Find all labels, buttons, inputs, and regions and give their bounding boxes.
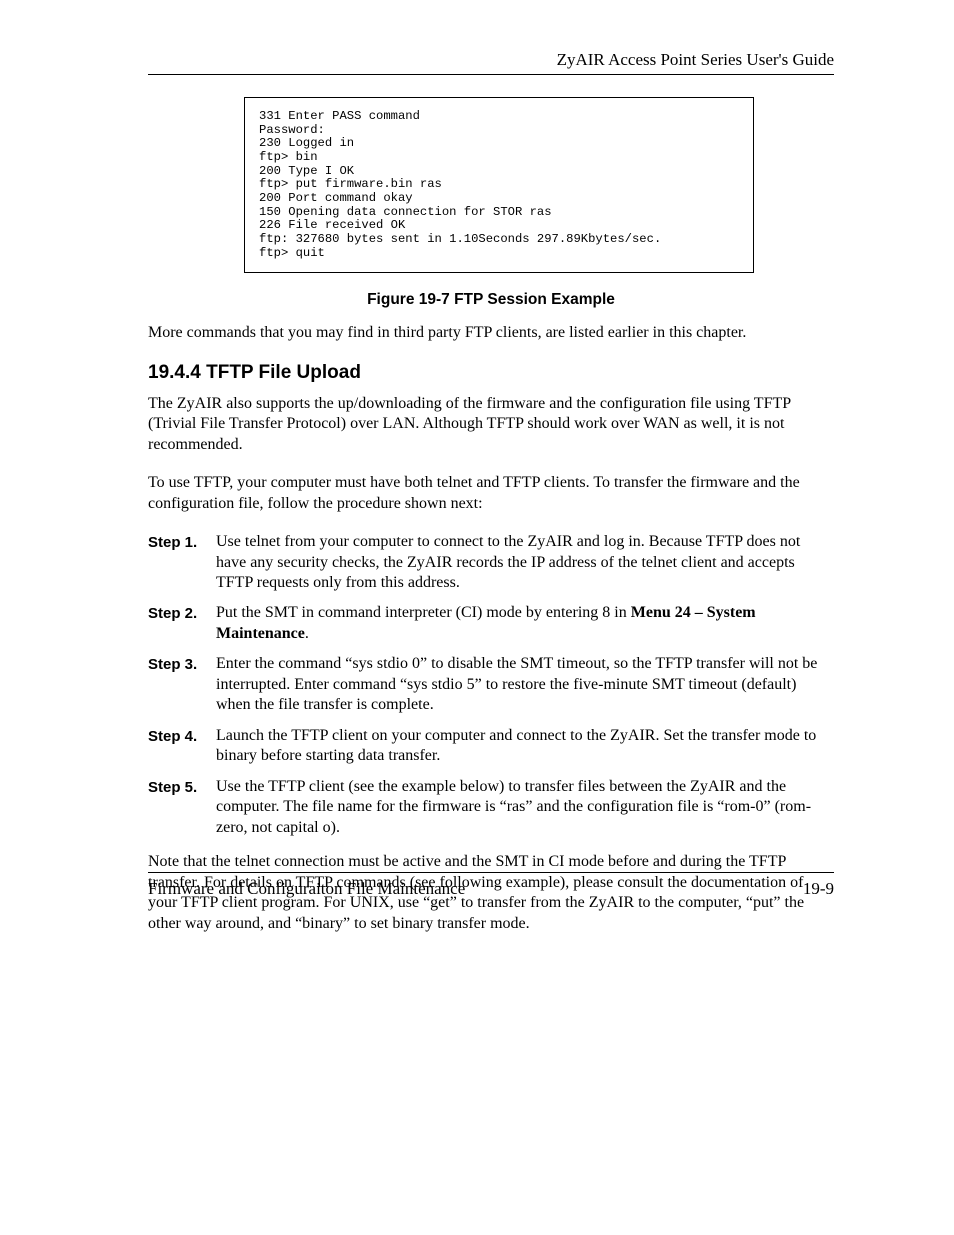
paragraph-2: To use TFTP, your computer must have bot… — [148, 473, 834, 514]
step-label: Step 1. — [148, 532, 216, 552]
step-row: Step 1. Use telnet from your computer to… — [148, 532, 834, 593]
footer: Firmware and Configuraiton File Maintena… — [148, 872, 834, 899]
code-block-ftp-session: 331 Enter PASS command Password: 230 Log… — [244, 97, 754, 273]
step-label: Step 2. — [148, 603, 216, 623]
step-row: Step 4. Launch the TFTP client on your c… — [148, 726, 834, 767]
step-row: Step 3. Enter the command “sys stdio 0” … — [148, 654, 834, 715]
header-rule — [148, 74, 834, 75]
header-guide-title: ZyAIR Access Point Series User's Guide — [148, 50, 834, 70]
step-text: Enter the command “sys stdio 0” to disab… — [216, 654, 834, 715]
figure-caption: Figure 19-7 FTP Session Example — [148, 291, 834, 309]
section-heading: 19.4.4 TFTP File Upload — [148, 362, 834, 384]
steps-list: Step 1. Use telnet from your computer to… — [148, 532, 834, 838]
paragraph-1: The ZyAIR also supports the up/downloadi… — [148, 394, 834, 455]
step-text-after: . — [305, 625, 309, 642]
step-label: Step 4. — [148, 726, 216, 746]
footer-right: 19-9 — [803, 879, 834, 899]
step-text: Use telnet from your computer to connect… — [216, 532, 834, 593]
footer-left: Firmware and Configuraiton File Maintena… — [148, 879, 465, 899]
paragraph-intro: More commands that you may find in third… — [148, 323, 834, 343]
step-text: Put the SMT in command interpreter (CI) … — [216, 603, 834, 644]
step-row: Step 5. Use the TFTP client (see the exa… — [148, 777, 834, 838]
footer-row: Firmware and Configuraiton File Maintena… — [148, 879, 834, 899]
step-text: Use the TFTP client (see the example bel… — [216, 777, 834, 838]
step-row: Step 2. Put the SMT in command interpret… — [148, 603, 834, 644]
footer-rule — [148, 872, 834, 873]
step-text: Launch the TFTP client on your computer … — [216, 726, 834, 767]
step-text-before: Put the SMT in command interpreter (CI) … — [216, 604, 631, 621]
step-label: Step 5. — [148, 777, 216, 797]
step-label: Step 3. — [148, 654, 216, 674]
page: ZyAIR Access Point Series User's Guide 3… — [0, 0, 954, 1235]
